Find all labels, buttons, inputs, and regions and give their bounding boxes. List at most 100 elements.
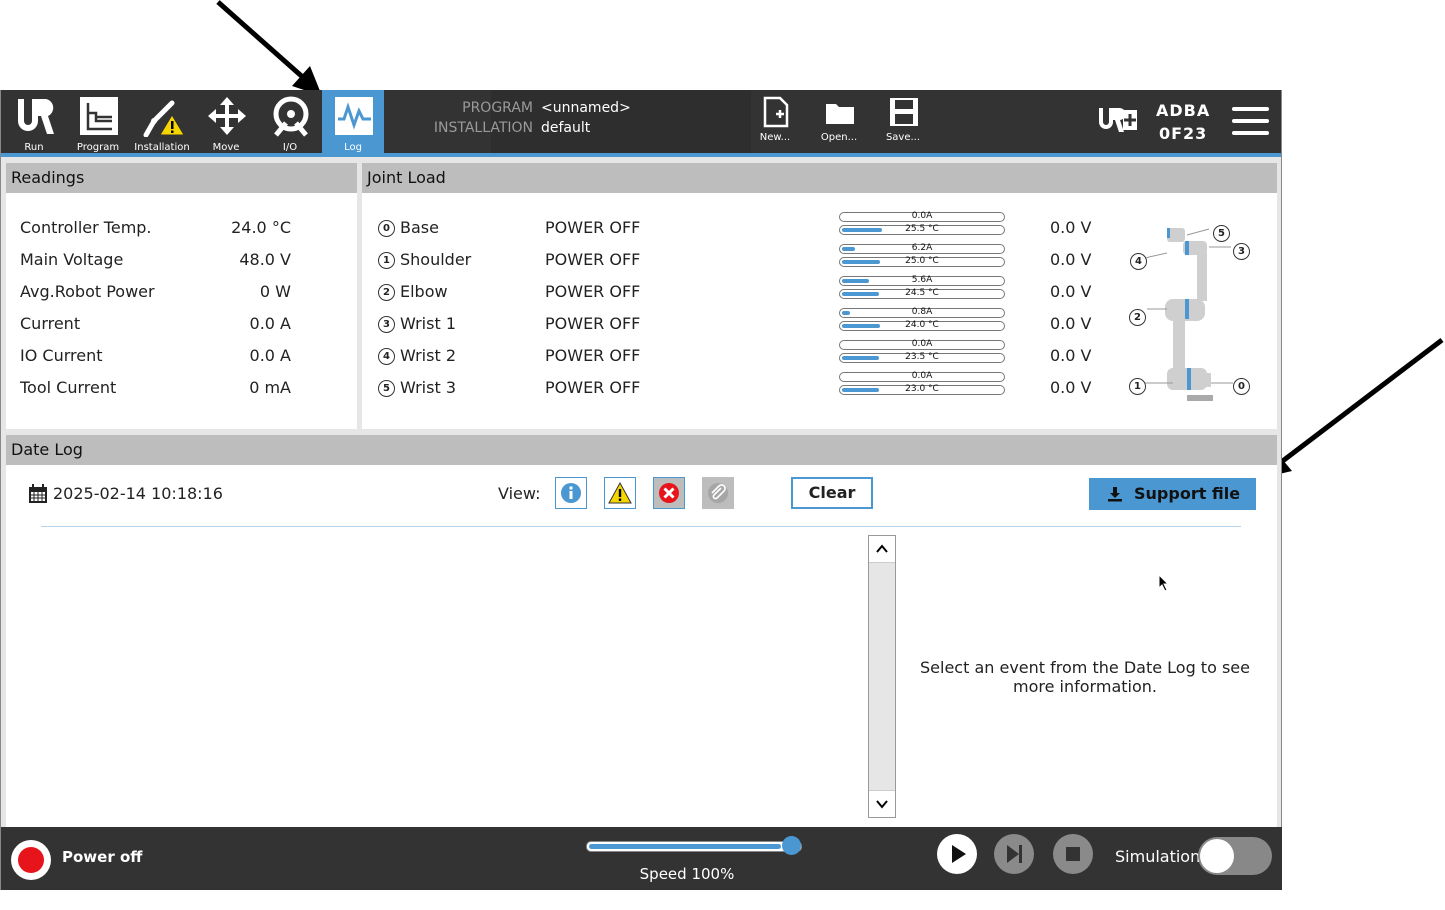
joint-name: Wrist 3 [400, 378, 456, 397]
save-label: Save... [885, 132, 921, 143]
warning-icon [608, 481, 632, 504]
joint-current-bar: 6.2A [839, 243, 1005, 254]
joint-voltage: 0.0 V [1050, 314, 1092, 333]
save-button[interactable]: Save... [875, 90, 931, 153]
joint-name: Elbow [400, 282, 448, 301]
footer-bar: Power off Speed 100% Simulation [1, 827, 1282, 890]
nav-io[interactable]: I/O [259, 90, 321, 153]
filter-error-button[interactable] [653, 477, 685, 509]
speed-label: Speed 100% [639, 865, 735, 883]
joint-voltage: 0.0 V [1050, 346, 1092, 365]
diagram-joint-label: 0 [1233, 378, 1250, 395]
joint-current-text: 0.8A [911, 307, 933, 317]
reading-value: 48.0 V [239, 250, 291, 269]
date-log-title: Date Log [6, 435, 1277, 465]
nav-log[interactable]: Log [322, 90, 384, 153]
filter-info-button[interactable] [555, 477, 587, 509]
filter-warning-button[interactable] [604, 477, 636, 509]
joint-state: POWER OFF [545, 250, 641, 269]
folder-icon [826, 104, 854, 124]
ur-logo-icon [18, 99, 54, 134]
speed-slider[interactable] [586, 836, 802, 855]
diagram-joint-label: 5 [1213, 225, 1230, 242]
program-info: PROGRAM <unnamed> INSTALLATION default [434, 90, 751, 153]
reading-label: Avg.Robot Power [20, 282, 155, 301]
step-button[interactable] [994, 834, 1034, 874]
top-navigation-bar: Run Program Installation Move I/O Log PR… [1, 90, 1281, 157]
joint-state: POWER OFF [545, 282, 641, 301]
error-icon [659, 483, 679, 503]
joint-number-badge: 0 [378, 220, 395, 237]
speed-slider-fill [589, 844, 781, 849]
readings-panel: Readings Controller Temp. 24.0 °C Main V… [6, 163, 357, 429]
stop-icon [1066, 847, 1080, 861]
open-button[interactable]: Open... [811, 90, 867, 153]
joint-temp-text: 23.5 °C [905, 352, 939, 362]
support-file-label: Support file [1134, 484, 1241, 503]
log-scrollbar[interactable] [868, 535, 896, 818]
support-file-button[interactable]: Support file [1089, 478, 1256, 510]
joint-temp-text: 24.0 °C [905, 320, 939, 330]
nav-program[interactable]: Program [67, 90, 129, 153]
calendar-icon [29, 484, 47, 503]
joint-temp-text: 25.5 °C [905, 224, 939, 234]
joint-temp-text: 25.0 °C [905, 256, 939, 266]
nav-log-label: Log [344, 142, 362, 153]
power-status: Power off [62, 848, 143, 866]
diagram-joint-label: 4 [1130, 253, 1147, 270]
diagram-joint-label: 2 [1129, 309, 1146, 326]
nav-run-label: Run [24, 142, 44, 153]
reading-label: Tool Current [20, 378, 117, 397]
menu-hamburger-icon[interactable] [1232, 107, 1269, 137]
power-button[interactable] [11, 840, 51, 880]
scroll-down-button[interactable] [869, 790, 895, 817]
simulation-label: Simulation [1115, 847, 1201, 866]
nav-program-label: Program [76, 142, 120, 153]
diagram-joint-label: 1 [1129, 378, 1146, 395]
joint-state: POWER OFF [545, 218, 641, 237]
log-divider [41, 526, 1241, 527]
joint-state: POWER OFF [545, 346, 641, 365]
joint-current-bar: 0.0A [839, 339, 1005, 350]
reading-label: Current [20, 314, 81, 333]
scroll-up-button[interactable] [869, 536, 895, 563]
filter-attachment-button[interactable] [702, 477, 734, 509]
clear-button[interactable]: Clear [791, 477, 873, 509]
installation-key: INSTALLATION [433, 120, 533, 136]
power-indicator-icon [18, 847, 44, 873]
readings-title: Readings [6, 163, 357, 193]
stop-button[interactable] [1053, 834, 1093, 874]
joint-name: Wrist 2 [400, 346, 456, 365]
new-button[interactable]: New... [747, 90, 803, 153]
nav-move[interactable]: Move [195, 90, 257, 153]
joint-temp-text: 23.0 °C [905, 384, 939, 394]
joint-load-title: Joint Load [362, 163, 1277, 193]
program-key: PROGRAM [462, 100, 533, 116]
nav-installation[interactable]: Installation [131, 90, 193, 153]
simulation-toggle[interactable] [1198, 837, 1272, 875]
reading-value: 0 mA [249, 378, 291, 397]
speed-slider-handle[interactable] [782, 836, 801, 855]
ur-plus-icon[interactable] [1097, 104, 1139, 136]
joint-temp-bar: 25.5 °C [839, 224, 1005, 235]
move-arrows-icon [208, 97, 246, 135]
joint-number-badge: 2 [378, 284, 395, 301]
log-datetime: 2025-02-14 10:18:16 [53, 484, 223, 503]
floppy-save-icon [890, 98, 918, 126]
nav-run[interactable]: Run [3, 90, 65, 153]
joint-temp-bar: 23.0 °C [839, 384, 1005, 395]
log-list[interactable] [11, 536, 867, 818]
joint-current-bar: 0.8A [839, 307, 1005, 318]
step-forward-icon [1007, 845, 1022, 863]
joint-current-text: 0.0A [911, 211, 933, 221]
chevron-up-icon [876, 544, 888, 553]
joint-number-badge: 1 [378, 252, 395, 269]
nav-installation-label: Installation [134, 142, 190, 153]
simulation-toggle-knob [1200, 839, 1234, 873]
reading-value: 0.0 A [249, 314, 291, 333]
joint-current-text: 0.0A [911, 371, 933, 381]
joint-load-panel: Joint Load 0 Base POWER OFF 0.0A 25.5 °C 0.0 … [362, 163, 1277, 429]
play-button[interactable] [937, 834, 977, 874]
new-file-icon [763, 96, 789, 128]
view-label: View: [498, 484, 541, 503]
